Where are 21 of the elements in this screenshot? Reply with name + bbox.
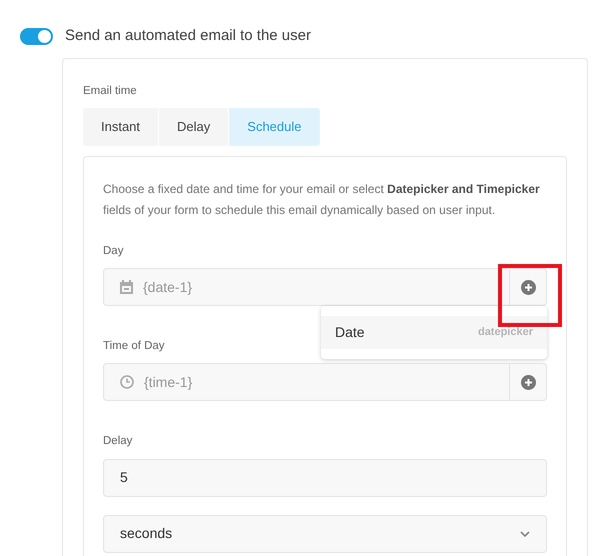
tab[interactable]: Delay <box>159 108 228 146</box>
description: Choose a fixed date and time for your email or select Datepicker and Timepicker fields of your form to schedule this email dynamically based on user input. <box>103 180 541 219</box>
dropdown-item[interactable]: Date datepicker <box>321 316 547 349</box>
calendar-icon <box>120 280 133 294</box>
select-field[interactable]: seconds <box>103 514 547 552</box>
tab[interactable]: Instant <box>83 108 158 146</box>
chevron-down-icon <box>520 530 530 536</box>
plus-icon <box>520 280 536 294</box>
field-label: Day <box>103 244 124 259</box>
item-label: Date <box>335 323 365 342</box>
field-label: Time of Day <box>103 339 165 354</box>
text-field[interactable]: 5 <box>103 458 547 496</box>
item-hint: datepicker <box>478 325 533 340</box>
field-value: {date-1} <box>143 278 192 297</box>
toggle-label: Send an automated email to the user <box>65 26 311 46</box>
plus-icon <box>520 374 536 390</box>
field-value: {time-1} <box>144 372 192 392</box>
field-label: Email time <box>83 84 137 98</box>
clock-icon <box>120 375 134 390</box>
toggle-switch[interactable] <box>20 28 53 45</box>
field-label: Delay <box>103 434 132 450</box>
